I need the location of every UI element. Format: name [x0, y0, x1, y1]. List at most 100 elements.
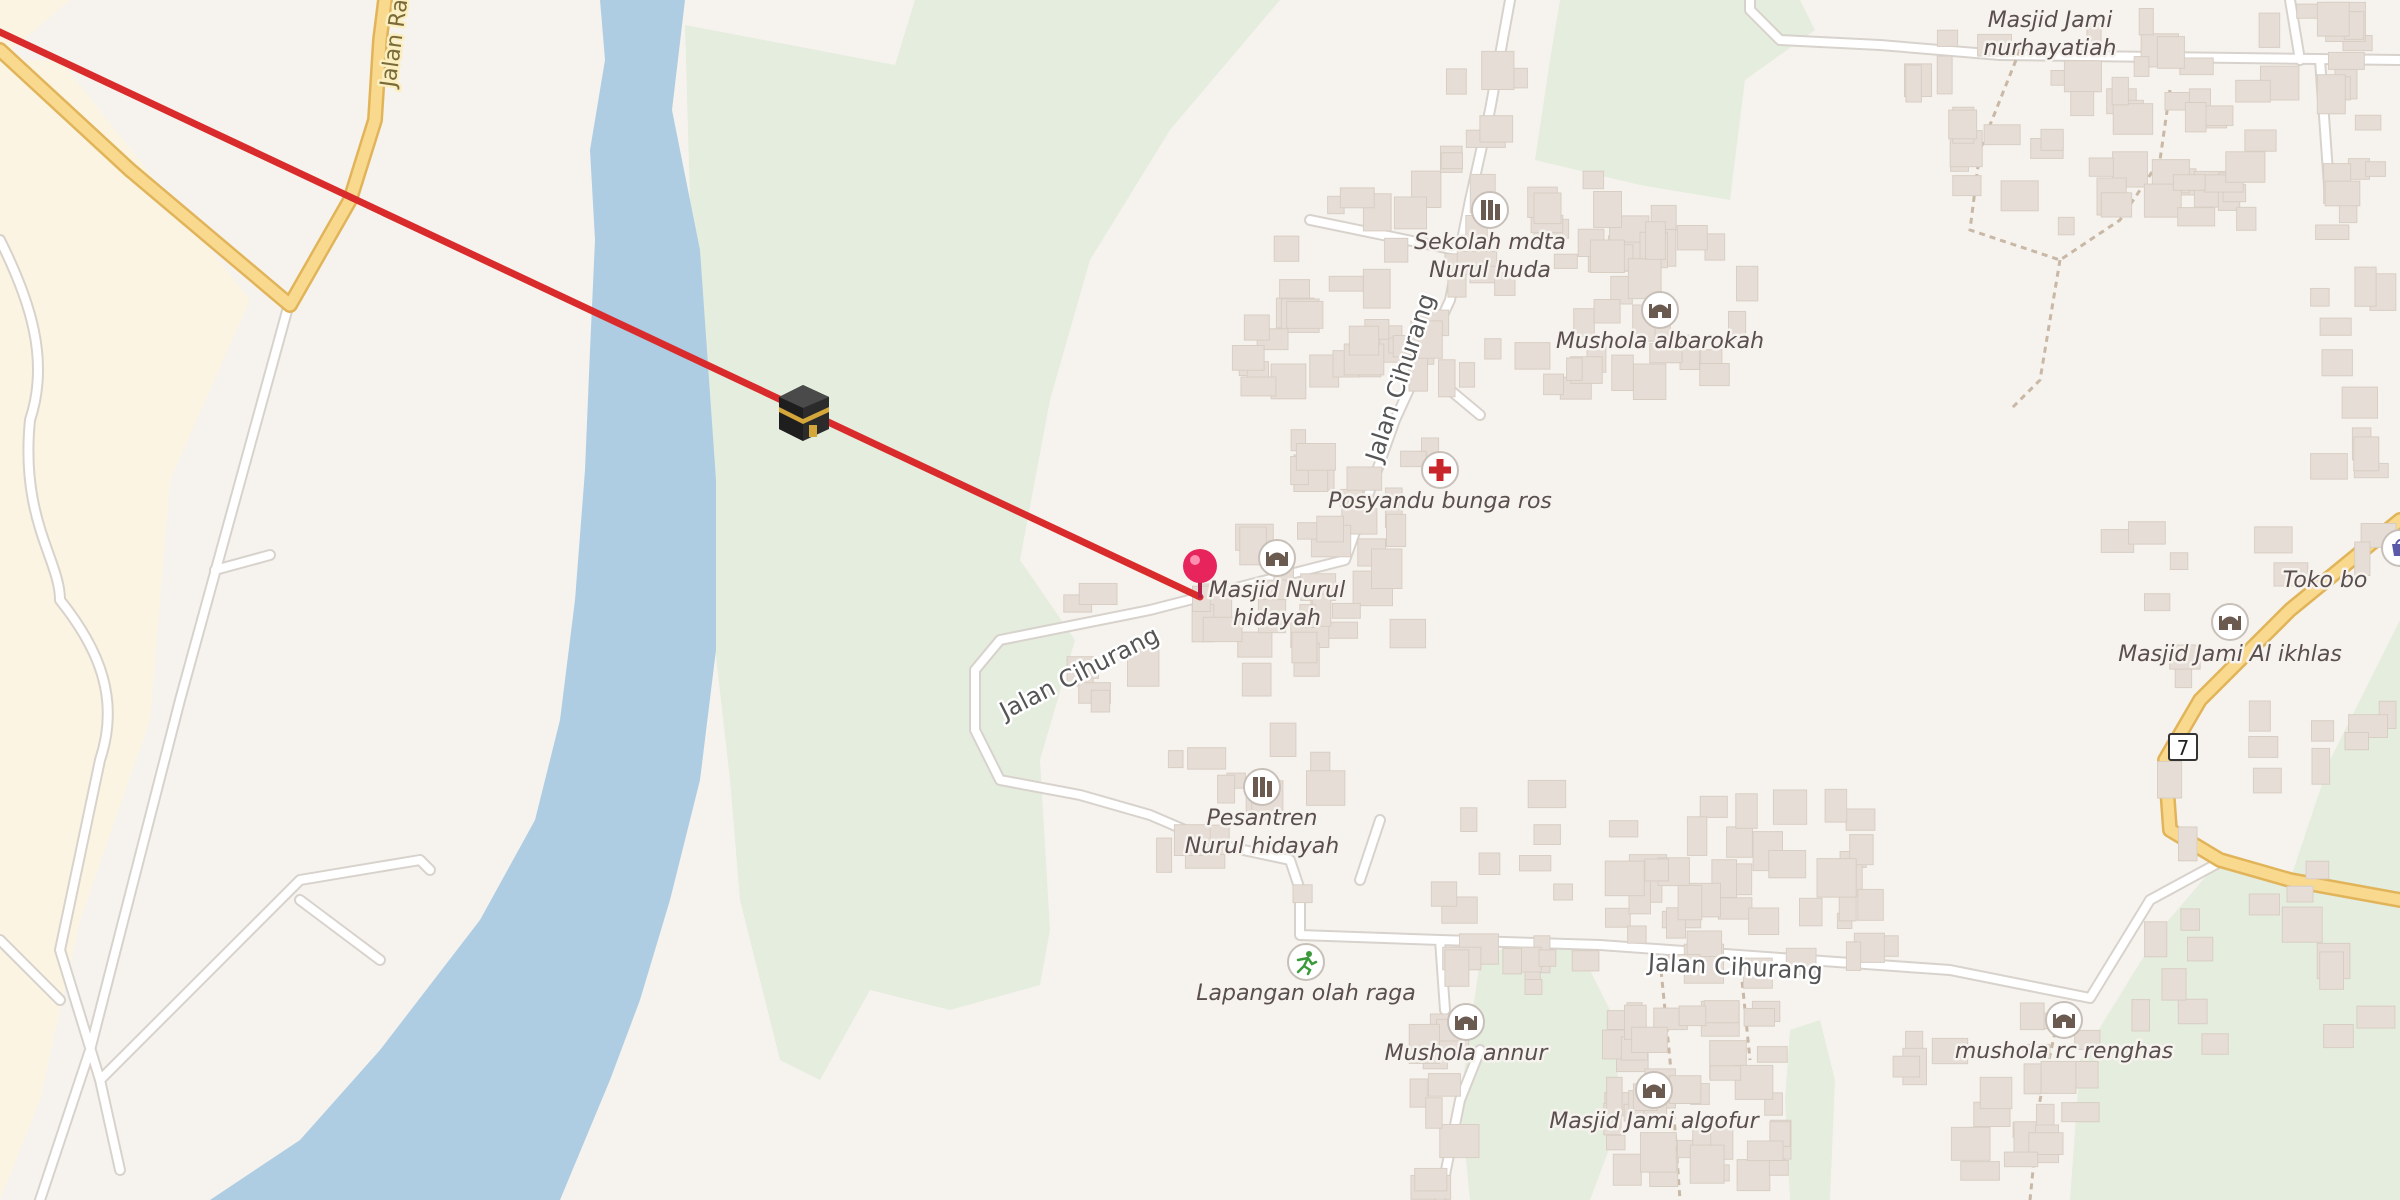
building: [1533, 824, 1561, 846]
sports-icon: [1287, 943, 1325, 981]
mosque-icon: [2211, 603, 2249, 641]
building: [2248, 736, 2279, 758]
map-view[interactable]: 7 Jalan Cihurang Jalan Cihurang Jalan Ci…: [0, 0, 2400, 1200]
building: [1217, 774, 1236, 804]
building: [2281, 906, 2323, 943]
building: [1292, 884, 1313, 904]
poi-label: Masjid Jami algofur: [1549, 1109, 1760, 1134]
building: [1845, 941, 1862, 971]
building: [1328, 275, 1364, 292]
building: [1460, 807, 1478, 832]
building: [1090, 689, 1111, 713]
building: [1425, 1097, 1443, 1129]
building: [1478, 852, 1501, 875]
building: [1952, 175, 1982, 197]
building: [1699, 795, 1728, 818]
building: [1389, 618, 1426, 649]
building: [2310, 287, 2330, 307]
building: [2305, 860, 2330, 880]
building: [1746, 1140, 1784, 1162]
building: [1726, 826, 1753, 858]
poi-label: Posyandu bunga ros: [1328, 489, 1552, 514]
building: [1845, 808, 1876, 831]
building: [2040, 1060, 2077, 1094]
building: [2248, 893, 2281, 916]
route-shield: 7: [2168, 733, 2198, 761]
building: [1676, 225, 1708, 251]
building: [1589, 239, 1625, 273]
building: [2225, 151, 2266, 183]
building: [1709, 1065, 1742, 1081]
building: [1295, 443, 1336, 471]
building: [1348, 325, 1380, 356]
building: [2184, 102, 2207, 133]
poi-label: Sekolah mdta: [1414, 230, 1566, 255]
building: [2019, 1002, 2045, 1031]
building: [1306, 770, 1346, 806]
building: [2112, 103, 2154, 135]
building: [2131, 999, 2150, 1032]
building: [2040, 128, 2064, 151]
building: [1543, 373, 1564, 396]
building: [1566, 357, 1583, 381]
building: [1414, 1167, 1448, 1192]
building: [2323, 1024, 2354, 1049]
building: [1816, 858, 1857, 898]
building: [2177, 207, 2216, 227]
building: [1735, 793, 1758, 829]
building: [1604, 860, 1645, 897]
building: [1593, 299, 1621, 324]
poi-label: Mushola albarokah: [1556, 329, 1764, 354]
building: [1446, 68, 1467, 95]
school-icon: [1471, 191, 1509, 229]
building: [1240, 376, 1277, 397]
building: [2161, 968, 2187, 1001]
building: [1611, 354, 1634, 392]
building: [1644, 858, 1670, 882]
building: [1960, 1161, 2000, 1181]
poi-label: Lapangan olah raga: [1196, 981, 1415, 1006]
mosque-icon: [1635, 1071, 1673, 1109]
school-icon: [1243, 768, 1281, 806]
building: [1269, 722, 1297, 757]
building: [2156, 36, 2185, 69]
building: [1686, 816, 1708, 856]
building: [1678, 1005, 1707, 1027]
building: [2235, 79, 2271, 103]
map-canvas[interactable]: 7 Jalan Cihurang Jalan Cihurang Jalan Ci…: [0, 0, 2400, 1200]
building: [2028, 1132, 2064, 1155]
poi-label: Toko bo: [2283, 568, 2368, 593]
building: [1339, 187, 1375, 209]
building: [1524, 979, 1543, 995]
building: [2057, 216, 2075, 236]
building: [1703, 1000, 1740, 1024]
building: [2088, 157, 2114, 177]
building: [1979, 1076, 2013, 1110]
building: [1756, 1046, 1788, 1063]
building: [1316, 515, 1345, 543]
building: [1936, 55, 1953, 95]
mosque-icon: [1258, 539, 1296, 577]
building: [1582, 170, 1605, 190]
building: [1645, 221, 1666, 260]
building: [1519, 855, 1552, 872]
building: [2341, 386, 2379, 419]
building: [2252, 767, 2282, 794]
building: [1533, 192, 1562, 225]
building: [2000, 180, 2039, 212]
building: [1605, 907, 1631, 928]
building: [1668, 1075, 1702, 1104]
building: [1291, 631, 1318, 664]
building: [1736, 265, 1759, 302]
building: [2286, 885, 2314, 903]
building: [1297, 522, 1320, 540]
building: [2023, 1063, 2042, 1095]
building: [1606, 1134, 1626, 1151]
building: [1950, 1126, 1991, 1161]
building: [1983, 124, 2021, 146]
building: [1459, 362, 1476, 388]
building: [1430, 881, 1458, 907]
building: [2365, 161, 2386, 177]
building: [1384, 237, 1409, 263]
building: [2003, 1151, 2039, 1168]
